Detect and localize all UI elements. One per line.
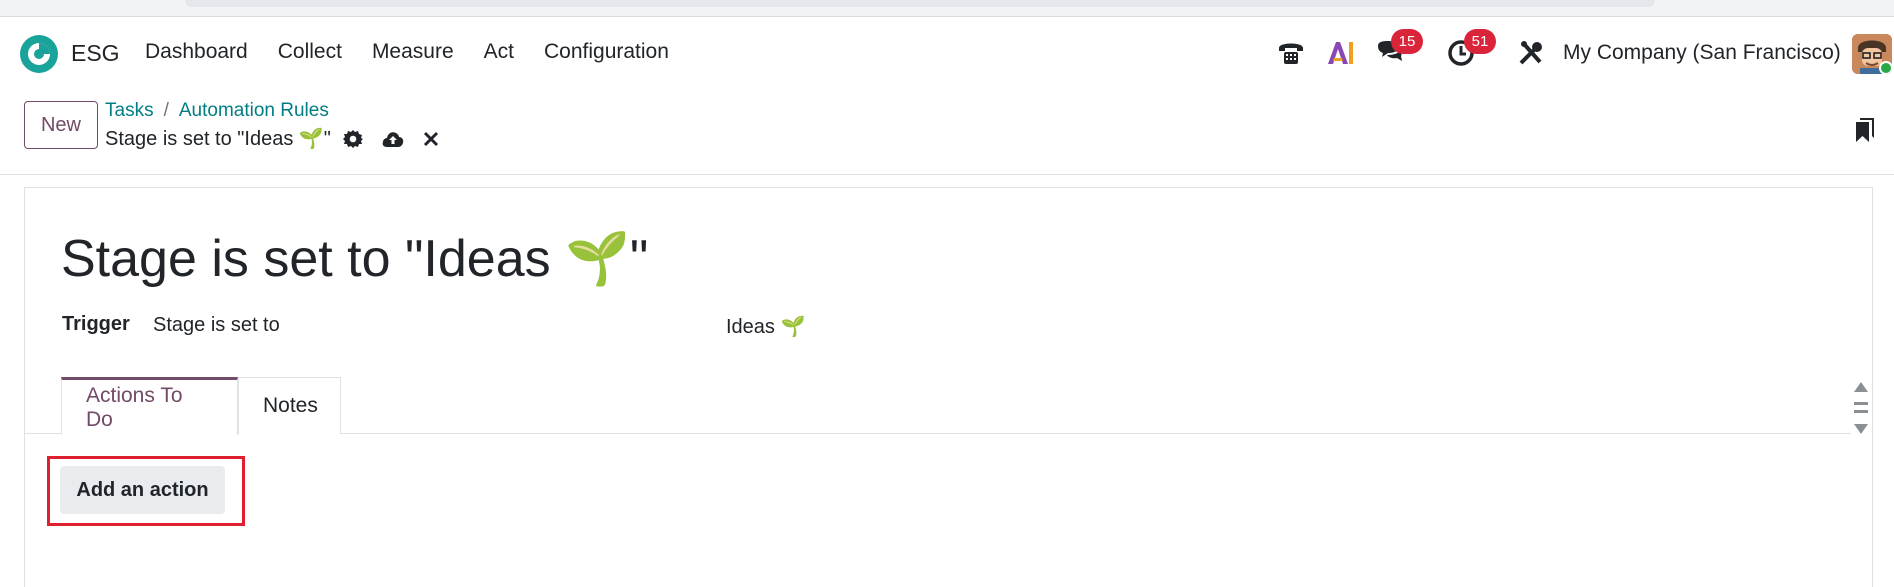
- trigger-label: Trigger: [62, 313, 130, 335]
- notebook-tabs: Actions To Do Notes: [25, 377, 1851, 435]
- gear-icon[interactable]: [341, 127, 365, 151]
- menu-configuration[interactable]: Configuration: [529, 40, 684, 64]
- trigger-select[interactable]: Stage is set to: [153, 314, 280, 337]
- breadcrumb-automation-rules[interactable]: Automation Rules: [179, 100, 329, 121]
- new-button[interactable]: New: [24, 101, 98, 149]
- messages-badge: 15: [1391, 29, 1423, 54]
- ai-icon[interactable]: [1325, 38, 1355, 68]
- online-status-dot: [1879, 61, 1892, 74]
- form-sheet: Stage is set to "Ideas 🌱" Trigger Stage …: [24, 187, 1873, 587]
- phone-icon[interactable]: [1276, 38, 1306, 68]
- menu-collect[interactable]: Collect: [263, 40, 357, 64]
- menu-act[interactable]: Act: [469, 40, 529, 64]
- esg-logo-icon[interactable]: [19, 34, 59, 74]
- tab-actions-to-do[interactable]: Actions To Do: [61, 377, 238, 435]
- breadcrumb-separator: /: [163, 100, 169, 121]
- menu-dashboard[interactable]: Dashboard: [145, 40, 263, 64]
- browser-address-pill: [185, 0, 1655, 7]
- app-name[interactable]: ESG: [71, 40, 120, 67]
- record-name-line: Stage is set to "Ideas 🌱": [105, 126, 443, 151]
- top-navbar: ESG Dashboard Collect Measure Act Config…: [0, 18, 1894, 88]
- breadcrumb-tasks[interactable]: Tasks: [105, 100, 154, 121]
- main-menu: Dashboard Collect Measure Act Configurat…: [145, 40, 684, 64]
- trigger-stage-field[interactable]: Ideas 🌱: [726, 314, 805, 339]
- company-switcher[interactable]: My Company (San Francisco): [1563, 41, 1841, 65]
- menu-measure[interactable]: Measure: [357, 40, 469, 64]
- highlight-box: Add an action: [47, 456, 245, 526]
- chat-button[interactable]: 15: [1374, 29, 1423, 68]
- add-action-button[interactable]: Add an action: [60, 466, 225, 514]
- discard-close-icon[interactable]: [419, 127, 443, 151]
- scroll-handle-icon[interactable]: [1849, 378, 1873, 438]
- control-panel: New Tasks / Automation Rules Stage is set …: [0, 88, 1894, 175]
- tools-icon[interactable]: [1516, 38, 1546, 68]
- breadcrumb: Tasks / Automation Rules: [105, 100, 329, 122]
- activities-badge: 51: [1464, 29, 1496, 54]
- browser-top-strip: [0, 0, 1894, 17]
- bookmark-icon[interactable]: [1854, 114, 1876, 144]
- activity-button[interactable]: 51: [1447, 29, 1496, 68]
- user-avatar[interactable]: [1852, 34, 1892, 74]
- record-name: Stage is set to "Ideas 🌱": [105, 128, 331, 150]
- tab-notes[interactable]: Notes: [238, 377, 341, 434]
- cloud-upload-icon[interactable]: [381, 127, 405, 151]
- rule-title[interactable]: Stage is set to "Ideas 🌱": [61, 228, 648, 289]
